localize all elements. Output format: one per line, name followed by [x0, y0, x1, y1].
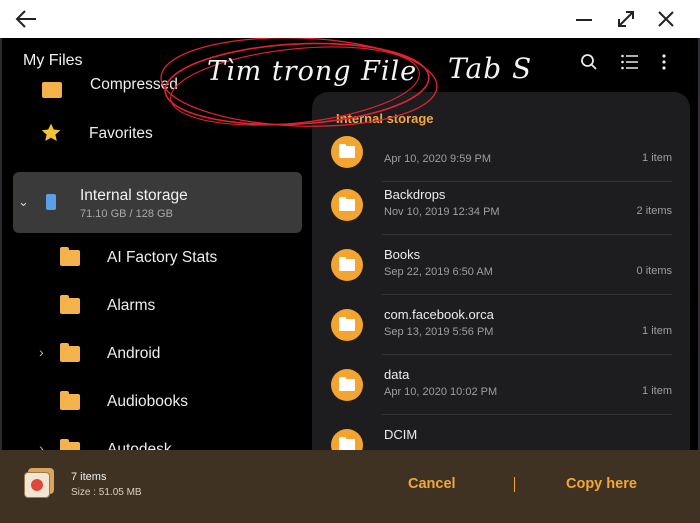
list-item[interactable]: data Apr 10, 2020 10:02 PM 1 item — [312, 355, 690, 415]
nav-item-label: Alarms — [107, 297, 156, 314]
list-item[interactable]: Books Sep 22, 2019 6:50 AM 0 items — [312, 235, 690, 295]
list-icon — [621, 54, 638, 70]
chevron-right-icon[interactable]: › — [39, 344, 44, 360]
chevron-right-icon[interactable]: › — [39, 440, 44, 450]
folder-name: DCIM — [384, 427, 418, 442]
expand-icon — [617, 10, 635, 28]
selected-items-count: 7 items — [71, 471, 107, 483]
window-titlebar — [0, 0, 700, 38]
minimize-icon — [575, 10, 593, 28]
handwritten-note: Tìm trong File — [207, 56, 418, 87]
folder-icon — [60, 343, 80, 362]
nav-item-label: Internal storage — [80, 187, 188, 204]
folder-contents-panel: Internal storage Apr 10, 2020 9:59 PM 1 … — [312, 92, 690, 450]
nav-item-label: Audiobooks — [107, 393, 189, 410]
folder-name: data — [384, 367, 410, 382]
folder-count: 1 item — [642, 385, 672, 397]
folder-icon — [60, 439, 80, 450]
nav-item-android[interactable]: › Android — [2, 332, 312, 376]
folder-icon — [331, 369, 363, 401]
file-thumbnail-icon — [24, 468, 54, 498]
nav-item-alarms[interactable]: Alarms — [2, 284, 312, 328]
arrow-left-icon — [15, 10, 37, 28]
list-item[interactable]: Backdrops Nov 10, 2019 12:34 PM 2 items — [312, 175, 690, 235]
folder-icon — [60, 391, 80, 410]
button-divider — [514, 477, 515, 492]
list-item[interactable]: Apr 10, 2020 9:59 PM 1 item — [312, 122, 690, 182]
folder-icon — [60, 295, 80, 314]
phone-icon — [46, 194, 56, 210]
folder-date: Apr 10, 2020 9:59 PM — [384, 153, 492, 165]
folder-date: Apr 10, 2020 10:02 PM — [384, 386, 498, 398]
handwritten-device-label: Tab S — [448, 52, 533, 85]
folder-icon — [331, 136, 363, 168]
nav-item-audiobooks[interactable]: Audiobooks — [2, 380, 312, 424]
cancel-button[interactable]: Cancel — [408, 476, 456, 492]
folder-count: 1 item — [642, 325, 672, 337]
folder-icon — [60, 247, 80, 266]
folder-name: Books — [384, 247, 421, 262]
copy-here-button[interactable]: Copy here — [566, 476, 637, 492]
folder-icon — [331, 309, 363, 341]
folder-count: 1 item — [642, 152, 672, 164]
nav-item-autodesk[interactable]: › Autodesk — [2, 428, 312, 450]
nav-item-ai-factory-stats[interactable]: AI Factory Stats — [2, 236, 312, 280]
search-button[interactable] — [577, 50, 601, 74]
nav-item-favorites[interactable]: Favorites — [2, 112, 312, 156]
close-icon — [657, 10, 675, 28]
view-list-button[interactable] — [618, 50, 642, 74]
folder-count: 0 items — [636, 265, 672, 277]
minimize-button[interactable] — [564, 0, 604, 38]
back-button[interactable] — [6, 0, 46, 38]
folder-name: Backdrops — [384, 187, 446, 202]
folder-name: com.facebook.orca — [384, 307, 494, 322]
more-vertical-icon — [662, 54, 666, 70]
more-options-button[interactable] — [652, 50, 676, 74]
folder-count: 2 items — [636, 205, 672, 217]
nav-item-label: Autodesk — [107, 441, 172, 450]
maximize-button[interactable] — [606, 0, 646, 38]
folder-icon — [331, 189, 363, 221]
nav-item-label: AI Factory Stats — [107, 249, 218, 266]
star-icon — [40, 122, 62, 149]
folder-date: Nov 10, 2019 12:34 PM — [384, 206, 500, 218]
nav-item-label: Compressed — [90, 76, 178, 93]
chevron-down-icon[interactable]: ⌄ — [18, 194, 29, 210]
storage-usage: 71.10 GB / 128 GB — [80, 208, 173, 220]
nav-item-label: Android — [107, 345, 161, 362]
folder-date: Sep 13, 2019 5:56 PM — [384, 326, 494, 338]
list-item[interactable]: com.facebook.orca Sep 13, 2019 5:56 PM 1… — [312, 295, 690, 355]
close-button[interactable] — [646, 0, 686, 38]
folder-icon — [331, 249, 363, 281]
selected-items-size: Size : 51.05 MB — [71, 487, 142, 498]
folder-icon — [42, 82, 62, 98]
folder-date: Sep 22, 2019 6:50 AM — [384, 266, 493, 278]
my-files-window: My Files Compressed Favorites ⌄ Internal… — [2, 38, 698, 450]
list-item[interactable]: DCIM — [312, 415, 690, 450]
nav-item-label: Favorites — [89, 125, 153, 142]
folder-icon — [331, 429, 363, 450]
search-icon — [581, 54, 597, 70]
